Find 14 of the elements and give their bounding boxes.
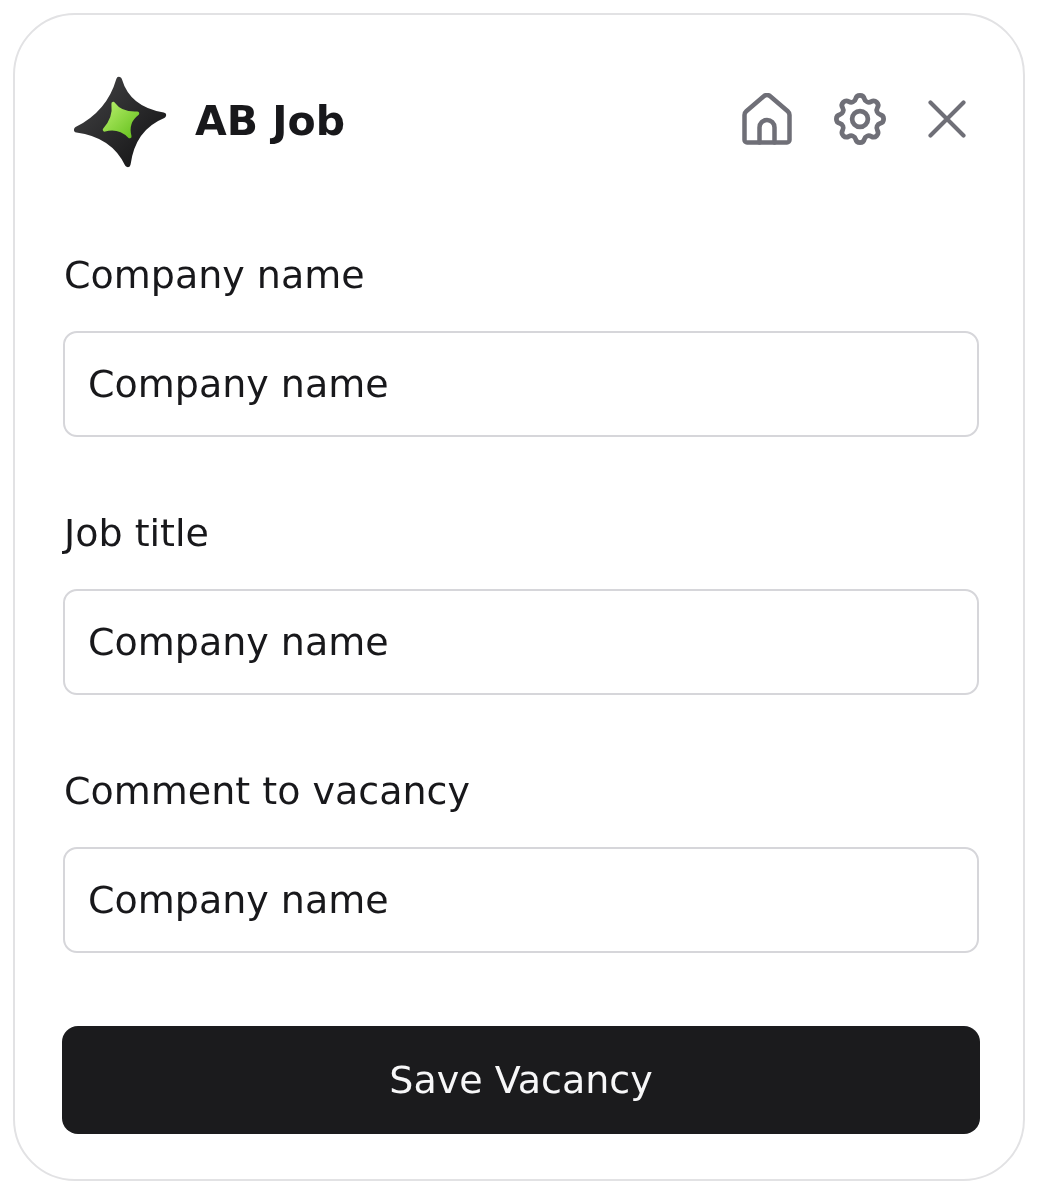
settings-button[interactable]: [834, 92, 886, 145]
field-label: Comment to vacancy: [64, 768, 471, 814]
field-label: Company name: [64, 252, 366, 298]
home-icon: [742, 92, 792, 145]
home-button[interactable]: [742, 92, 792, 145]
settings-icon: [834, 92, 886, 145]
app-title: AB Job: [195, 96, 346, 147]
input-field[interactable]: Company name: [63, 589, 979, 695]
input-field[interactable]: Company name: [63, 847, 979, 953]
input-field[interactable]: Company name: [63, 331, 979, 437]
field-label: Job title: [64, 510, 210, 556]
close-icon: [928, 99, 966, 138]
close-button[interactable]: [928, 99, 966, 138]
save-button[interactable]: Save Vacancy: [62, 1026, 980, 1134]
